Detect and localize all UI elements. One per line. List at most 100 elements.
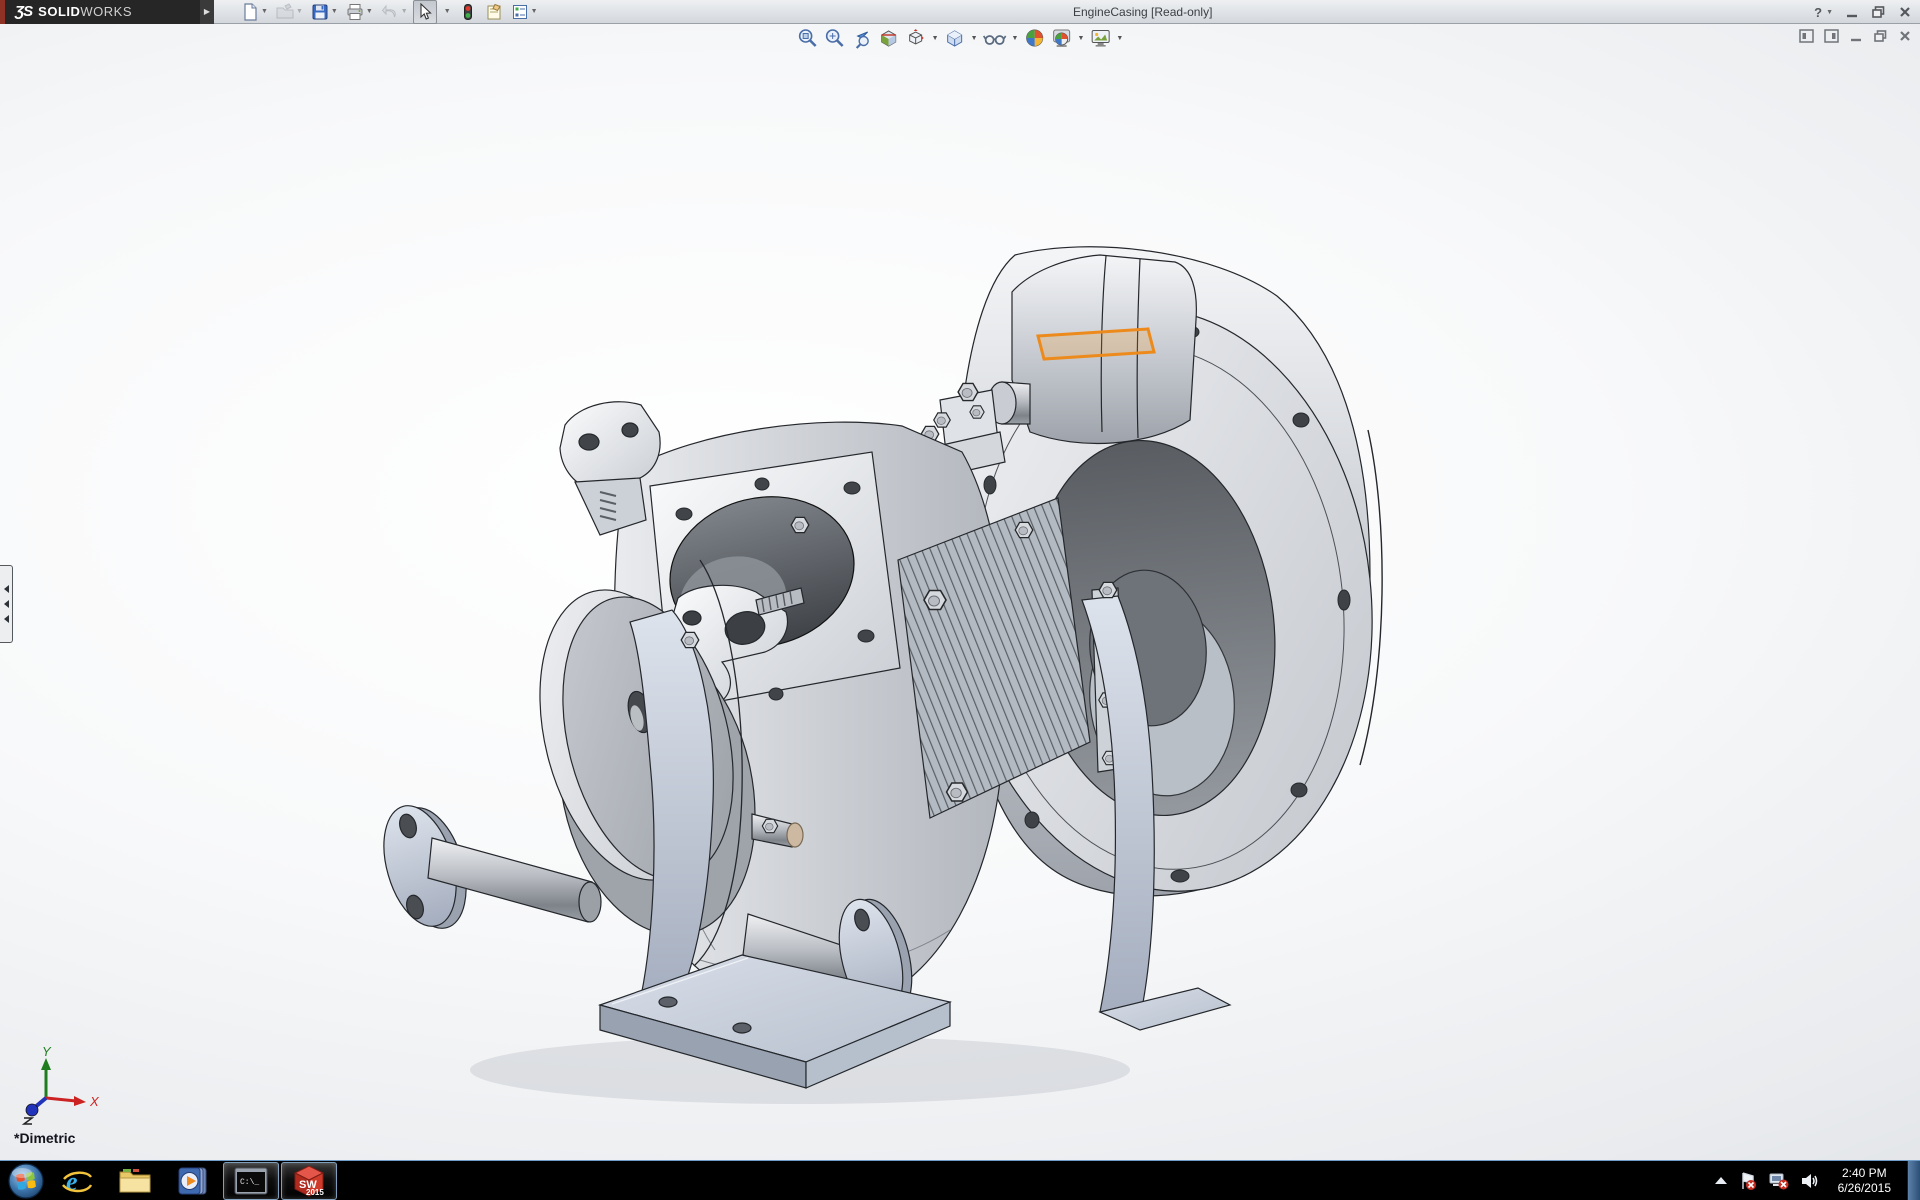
- command-prompt-icon: C:\_: [234, 1167, 268, 1195]
- window-title: EngineCasing [Read-only]: [1073, 0, 1212, 24]
- collapse-arrow-icon: [4, 585, 9, 593]
- taskbar-media-player[interactable]: [165, 1162, 221, 1200]
- triad-y-label: Y: [42, 1044, 52, 1059]
- sw-icon-year: 2015: [306, 1188, 324, 1197]
- title-bar: ƷS SOLIDWORKS ▶ ▼ ▼ ▼ ▼: [0, 0, 1920, 24]
- options-button[interactable]: ▼: [508, 0, 541, 24]
- folder-icon: [118, 1166, 152, 1196]
- new-document-icon: [241, 3, 259, 21]
- new-dropdown-caret[interactable]: ▼: [261, 8, 268, 15]
- mount-bracket-upper[interactable]: [560, 402, 660, 535]
- view-orientation-button[interactable]: [904, 26, 928, 50]
- view-settings-button[interactable]: [1088, 26, 1112, 50]
- media-player-icon: [177, 1165, 209, 1197]
- document-close-button[interactable]: [1898, 29, 1912, 43]
- system-tray: 2:40 PM 6/26/2015: [1714, 1161, 1920, 1200]
- close-button[interactable]: [1898, 5, 1912, 19]
- display-style-caret[interactable]: ▼: [971, 35, 978, 42]
- options-checklist-icon: [511, 3, 529, 21]
- selected-face-highlight[interactable]: [1038, 329, 1154, 359]
- show-desktop-button[interactable]: [1907, 1161, 1920, 1200]
- featuremanager-collapsed-tab[interactable]: [0, 565, 13, 643]
- zoom-to-area-button[interactable]: [823, 26, 847, 50]
- open-folder-icon: [276, 3, 294, 21]
- graphics-viewport[interactable]: ▼ ▼ ▼ ▼ ▼: [0, 24, 1920, 1160]
- solidworks-logo-mark: ƷS: [15, 3, 32, 20]
- document-window-controls: [1799, 29, 1912, 43]
- engine-casing-model[interactable]: [0, 24, 1920, 1160]
- undo-dropdown-caret[interactable]: ▼: [401, 8, 408, 15]
- select-dropdown-button[interactable]: ▼: [439, 5, 454, 18]
- menu-expand-arrow[interactable]: ▶: [200, 0, 214, 24]
- help-button[interactable]: ?: [1814, 5, 1822, 20]
- view-orientation-icon: [905, 27, 927, 49]
- network-disconnected-icon[interactable]: [1768, 1171, 1790, 1191]
- apply-scene-caret[interactable]: ▼: [1077, 35, 1084, 42]
- zoom-to-fit-icon: [797, 27, 819, 49]
- view-settings-caret[interactable]: ▼: [1116, 35, 1123, 42]
- pane-left-icon[interactable]: [1799, 29, 1814, 43]
- clock-date: 6/26/2015: [1838, 1181, 1891, 1196]
- select-tool-button[interactable]: [413, 0, 437, 24]
- display-style-icon: [944, 27, 966, 49]
- start-button[interactable]: [4, 1161, 48, 1200]
- previous-view-button[interactable]: [850, 26, 874, 50]
- headsup-view-toolbar: ▼ ▼ ▼ ▼ ▼: [796, 26, 1125, 50]
- save-button[interactable]: ▼: [308, 0, 341, 24]
- pane-right-icon[interactable]: [1824, 29, 1839, 43]
- minimize-button[interactable]: [1845, 5, 1859, 19]
- new-document-button[interactable]: ▼: [238, 0, 271, 24]
- brand-light-text: WORKS: [80, 4, 132, 19]
- solidworks-2015-icon: SW 2015: [292, 1164, 326, 1198]
- options-dropdown-caret[interactable]: ▼: [531, 8, 538, 15]
- solidworks-logo[interactable]: ƷS SOLIDWORKS: [0, 0, 200, 24]
- windows-start-icon: [7, 1162, 45, 1200]
- clock-time: 2:40 PM: [1838, 1166, 1891, 1181]
- reference-triad: Y X: [12, 1044, 102, 1128]
- file-properties-icon: [485, 3, 503, 21]
- hide-show-items-button[interactable]: [982, 26, 1008, 50]
- help-dropdown-caret[interactable]: ▼: [1826, 9, 1833, 16]
- top-cover-bracket[interactable]: [921, 255, 1196, 452]
- triad-x-label: X: [89, 1094, 100, 1109]
- taskbar-solidworks-2015[interactable]: SW 2015: [281, 1162, 337, 1200]
- section-view-button[interactable]: [877, 26, 901, 50]
- open-document-button[interactable]: ▼: [273, 0, 306, 24]
- document-restore-button[interactable]: [1873, 29, 1888, 43]
- save-dropdown-caret[interactable]: ▼: [331, 8, 338, 15]
- section-view-icon: [878, 27, 900, 49]
- taskbar-command-prompt[interactable]: C:\_: [223, 1162, 279, 1200]
- display-style-button[interactable]: [943, 26, 967, 50]
- edit-appearance-button[interactable]: [1022, 26, 1046, 50]
- window-controls: ? ▼: [1814, 0, 1912, 24]
- command-prompt-text: C:\_: [240, 1178, 259, 1187]
- view-orientation-name: *Dimetric: [14, 1130, 75, 1146]
- action-center-icon[interactable]: [1738, 1171, 1758, 1191]
- select-cursor-icon: [416, 3, 434, 21]
- open-dropdown-caret[interactable]: ▼: [296, 8, 303, 15]
- main-toolbar: ▼ ▼ ▼ ▼ ▼: [238, 0, 541, 24]
- undo-button[interactable]: ▼: [378, 0, 411, 24]
- restore-button[interactable]: [1871, 5, 1886, 19]
- solidworks-window: ƷS SOLIDWORKS ▶ ▼ ▼ ▼ ▼: [0, 0, 1920, 1200]
- show-hidden-icons-button[interactable]: [1714, 1176, 1728, 1186]
- document-minimize-button[interactable]: [1849, 29, 1863, 43]
- taskbar-file-explorer[interactable]: [107, 1162, 163, 1200]
- appearance-sphere-icon: [1023, 27, 1045, 49]
- internet-explorer-icon: e: [61, 1165, 93, 1197]
- view-orientation-caret[interactable]: ▼: [932, 35, 939, 42]
- rebuild-button[interactable]: [456, 0, 480, 24]
- apply-scene-button[interactable]: [1049, 26, 1073, 50]
- select-dropdown-caret: ▼: [444, 8, 451, 15]
- collapse-arrow-icon: [4, 600, 9, 608]
- taskbar-internet-explorer[interactable]: e: [49, 1162, 105, 1200]
- print-button[interactable]: ▼: [343, 0, 376, 24]
- printer-icon: [346, 3, 364, 21]
- taskbar-clock[interactable]: 2:40 PM 6/26/2015: [1838, 1166, 1891, 1196]
- hide-show-items-caret[interactable]: ▼: [1012, 35, 1019, 42]
- volume-icon[interactable]: [1800, 1171, 1820, 1191]
- zoom-to-fit-button[interactable]: [796, 26, 820, 50]
- view-settings-icon: [1089, 27, 1111, 49]
- file-properties-button[interactable]: [482, 0, 506, 24]
- print-dropdown-caret[interactable]: ▼: [366, 8, 373, 15]
